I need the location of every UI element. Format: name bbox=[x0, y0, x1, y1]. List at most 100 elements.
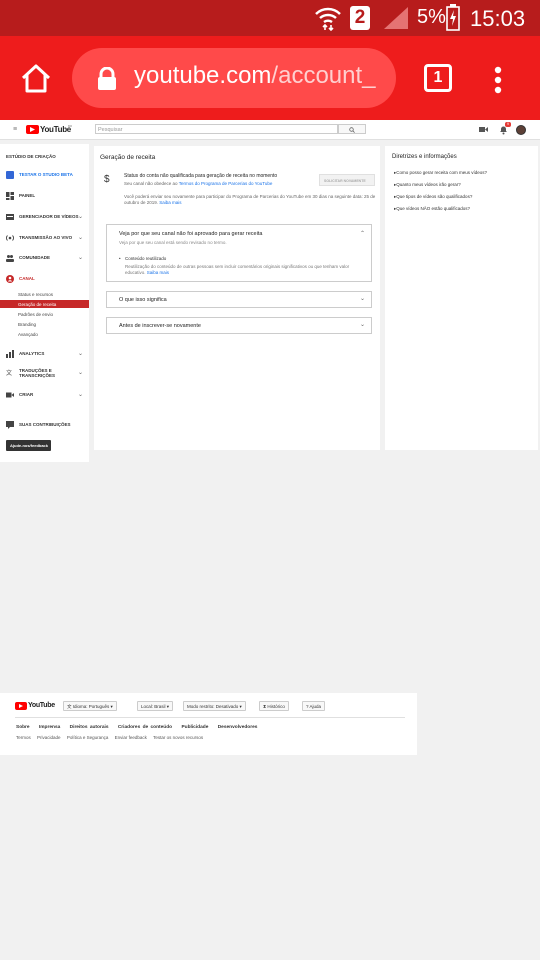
page-title: Geração de receita bbox=[100, 154, 156, 161]
svg-text:文: 文 bbox=[6, 369, 12, 377]
sidebar-subitem[interactable]: Padrões de envio bbox=[18, 312, 53, 317]
chevron-down-icon: ⌄ bbox=[77, 235, 83, 241]
monetization-card: Geração de receita $ Status do conta não… bbox=[94, 146, 380, 450]
sidebar-item-traducoes[interactable]: 文 TRADUÇÕES E TRANSCRIÇÕES ⌄ bbox=[0, 366, 89, 382]
chevron-down-icon: ⌄ bbox=[77, 214, 83, 220]
footer-link[interactable]: Termos bbox=[16, 735, 31, 740]
language-label: Idioma: Português bbox=[72, 704, 110, 709]
sidebar-item-analytics[interactable]: ANALYTICS ⌄ bbox=[0, 347, 89, 361]
channel-icon bbox=[6, 275, 14, 283]
play-icon bbox=[30, 127, 35, 132]
sidebar-item-label: CANAL bbox=[19, 276, 35, 281]
restricted-mode-button[interactable]: Modo restrito: Desativado ▾ bbox=[183, 701, 246, 711]
guideline-link[interactable]: ▸Que vídeos NÃO estão qualificados? bbox=[394, 206, 470, 212]
upload-video-icon[interactable] bbox=[479, 126, 488, 133]
terms-link[interactable]: Termos do Programa de Parcerias do YouTu… bbox=[179, 181, 273, 186]
search-icon bbox=[349, 127, 355, 133]
reason-learn-more-link[interactable]: Saiba mais bbox=[147, 270, 169, 275]
avatar[interactable] bbox=[516, 125, 526, 135]
url-path: /account_ bbox=[271, 62, 376, 89]
tab-switcher-button[interactable]: 1 bbox=[424, 64, 452, 92]
chevron-up-icon[interactable]: ⌃ bbox=[360, 230, 365, 237]
url-bar[interactable]: youtube.com/account_ bbox=[72, 48, 396, 108]
guidelines-card: Diretrizes e informações ▸Como posso ger… bbox=[385, 146, 538, 450]
reapply-button-label: SOLICITAR NOVAMENTE bbox=[324, 179, 366, 183]
help-button[interactable]: ? Ajuda bbox=[302, 701, 326, 711]
footer-links-secondary: Termos Privacidade Política e Segurança … bbox=[16, 735, 203, 740]
sidebar-item-contribuicoes[interactable]: SUAS CONTRIBUIÇÕES bbox=[0, 418, 89, 432]
learn-more-link[interactable]: Saiba mais bbox=[159, 200, 181, 205]
sidebar-item-canal[interactable]: CANAL bbox=[0, 272, 89, 286]
sidebar-item-label: GERENCIADOR DE VÍDEOS bbox=[19, 214, 79, 219]
sidebar-item-label: TRADUÇÕES E TRANSCRIÇÕES bbox=[19, 368, 56, 378]
footer-logo-text: YouTube bbox=[28, 702, 55, 709]
footer-link[interactable]: Privacidade bbox=[37, 735, 61, 740]
guideline-link[interactable]: ▸Que tipos de vídeos são qualificados? bbox=[394, 194, 472, 200]
sidebar-item-painel[interactable]: PAINEL bbox=[0, 189, 89, 203]
reapply-button[interactable]: SOLICITAR NOVAMENTE bbox=[319, 174, 375, 186]
guideline-link[interactable]: ▸Quanto meus vídeos irão gerar? bbox=[394, 182, 461, 188]
footer-link[interactable]: Política e Segurança bbox=[67, 735, 109, 740]
create-video-icon bbox=[6, 392, 14, 398]
sim-badge-icon: 2 bbox=[350, 6, 370, 30]
sim-number: 2 bbox=[354, 7, 366, 28]
sidebar-item-label: CRIAR bbox=[19, 392, 34, 397]
search-button[interactable] bbox=[338, 124, 366, 134]
chevron-down-icon: ⌄ bbox=[359, 322, 365, 328]
more-menu-icon[interactable] bbox=[494, 66, 502, 94]
footer-link[interactable]: Direitos autorais bbox=[70, 725, 109, 730]
chevron-down-icon: ⌄ bbox=[77, 370, 83, 376]
sidebar-item-label: SUAS CONTRIBUIÇÕES bbox=[19, 422, 71, 427]
footer-link[interactable]: Publicidade bbox=[181, 725, 208, 730]
youtube-logo-icon[interactable] bbox=[26, 125, 39, 134]
home-icon[interactable] bbox=[20, 63, 52, 93]
footer-link[interactable]: Enviar feedback bbox=[115, 735, 147, 740]
panel-title[interactable]: Veja por que seu canal não foi aprovado … bbox=[119, 231, 262, 237]
tab-count: 1 bbox=[433, 69, 443, 86]
sidebar-subitem[interactable]: Status e recursos bbox=[18, 292, 53, 297]
sidebar-item-transmissao[interactable]: TRANSMISSÃO AO VIVO ⌄ bbox=[0, 231, 89, 245]
sidebar-subitem-active-row[interactable]: Geração de receita bbox=[0, 300, 89, 308]
chevron-down-icon: ⌄ bbox=[77, 351, 83, 357]
sidebar-item-criar[interactable]: CRIAR ⌄ bbox=[0, 388, 89, 402]
panel-subtitle: Veja por que seu canal está sendo revisa… bbox=[119, 240, 227, 245]
footer-link[interactable]: Desenvolvedores bbox=[218, 725, 258, 730]
status-line-text: Seu canal não obedece ao bbox=[124, 181, 179, 186]
url-host: youtube.com bbox=[134, 62, 272, 89]
clock: 15:03 bbox=[470, 6, 526, 31]
notification-count: 9 bbox=[507, 122, 509, 126]
search-input[interactable]: Pesquisar bbox=[95, 124, 338, 134]
lock-icon bbox=[98, 67, 116, 90]
feedback-button[interactable]: Ajude-nos/feedback bbox=[6, 440, 51, 451]
footer-youtube-logo-icon[interactable] bbox=[15, 702, 27, 710]
before-reapply-panel[interactable]: Antes de inscrever-se novamente ⌄ bbox=[106, 317, 372, 334]
sidebar-item-comunidade[interactable]: COMUNIDADE ⌄ bbox=[0, 251, 89, 265]
panel-title: O que isso significa bbox=[119, 297, 167, 303]
restricted-mode-label: Modo restrito: Desativado bbox=[187, 704, 239, 709]
chevron-down-icon: ⌄ bbox=[77, 392, 83, 398]
sidebar-item-gerenciador[interactable]: GERENCIADOR DE VÍDEOS ⌄ bbox=[0, 210, 89, 224]
reason-title: Conteúdo reutilizado bbox=[125, 256, 167, 261]
sidebar-subitem[interactable]: Avançado bbox=[18, 332, 38, 337]
search-placeholder: Pesquisar bbox=[98, 127, 123, 133]
help-label: Ajuda bbox=[309, 704, 322, 709]
live-stream-icon bbox=[6, 235, 14, 241]
footer-link[interactable]: Sobre bbox=[16, 725, 30, 730]
studio-beta-icon bbox=[6, 171, 14, 179]
url-text: youtube.com/account_ bbox=[134, 62, 376, 90]
location-button[interactable]: Local: Brasil ▾ bbox=[137, 701, 174, 711]
youtube-header: ≡ YouTube BR Pesquisar 9 bbox=[0, 120, 540, 140]
guideline-link[interactable]: ▸Como posso gerar receita com meus vídeo… bbox=[394, 170, 487, 176]
dashboard-icon bbox=[6, 192, 14, 200]
what-it-means-panel[interactable]: O que isso significa ⌄ bbox=[106, 291, 372, 308]
language-button[interactable]: 文 Idioma: Português ▾ bbox=[63, 701, 117, 711]
community-icon bbox=[6, 255, 14, 262]
history-button[interactable]: ⧗ Histórico bbox=[259, 701, 289, 711]
hamburger-menu-icon[interactable]: ≡ bbox=[13, 126, 17, 133]
sidebar-subitem[interactable]: Branding bbox=[18, 322, 36, 327]
guideline-link-label: Que vídeos NÃO estão qualificados? bbox=[396, 206, 471, 211]
footer-link[interactable]: Criadores de conteúdo bbox=[118, 725, 172, 730]
sidebar-item-studio-beta[interactable]: TESTAR O STUDIO BETA bbox=[0, 168, 89, 182]
footer-link[interactable]: Imprensa bbox=[39, 725, 60, 730]
footer-link[interactable]: Testar os novos recursos bbox=[153, 735, 203, 740]
